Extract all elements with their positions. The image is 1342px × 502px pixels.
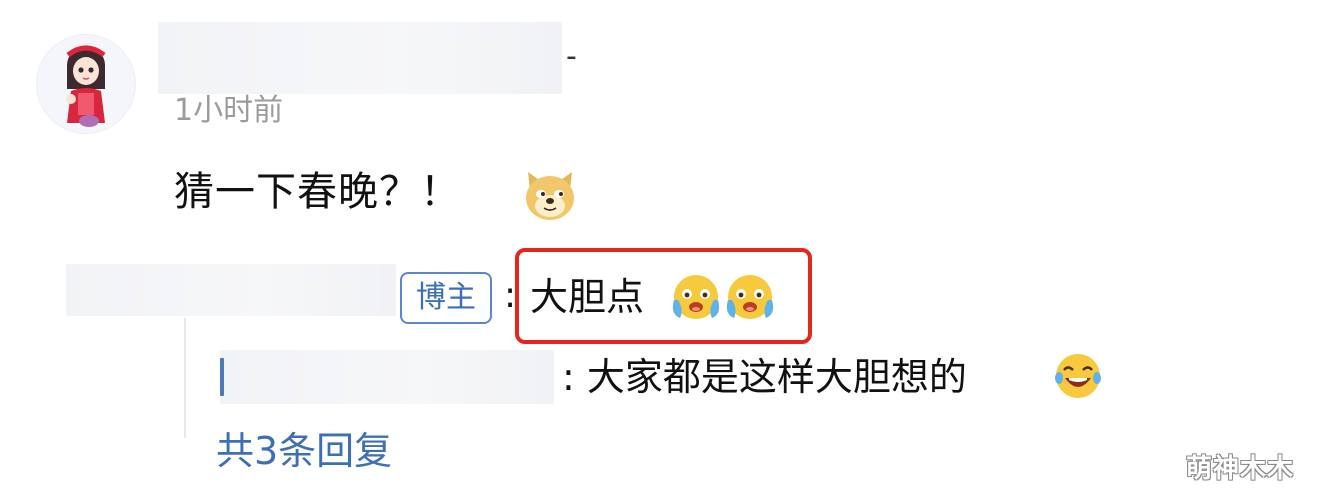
- reply-username-redacted[interactable]: [220, 350, 554, 404]
- username-suffix: -: [566, 39, 577, 74]
- comment-text: 猜一下春晚？！: [174, 169, 461, 215]
- crying-face-icon: [672, 275, 720, 319]
- avatar[interactable]: [36, 34, 136, 134]
- comment-timestamp: 1小时前: [174, 93, 284, 128]
- view-more-replies-link[interactable]: 共3条回复: [216, 432, 392, 470]
- reply-thread-divider: [184, 318, 186, 438]
- username-redacted[interactable]: [158, 22, 562, 94]
- reply-text: 大胆点: [530, 275, 645, 319]
- avatar-illustration: [37, 35, 135, 133]
- reply-text: : 大家都是这样大胆想的: [562, 355, 967, 399]
- doge-icon: [526, 172, 574, 220]
- crying-face-icon: [726, 275, 774, 319]
- watermark: 萌神木木: [1186, 454, 1295, 484]
- blogger-badge: 博主: [400, 272, 492, 324]
- reply-username-redacted[interactable]: [66, 264, 396, 316]
- laughing-face-icon: [1055, 354, 1101, 398]
